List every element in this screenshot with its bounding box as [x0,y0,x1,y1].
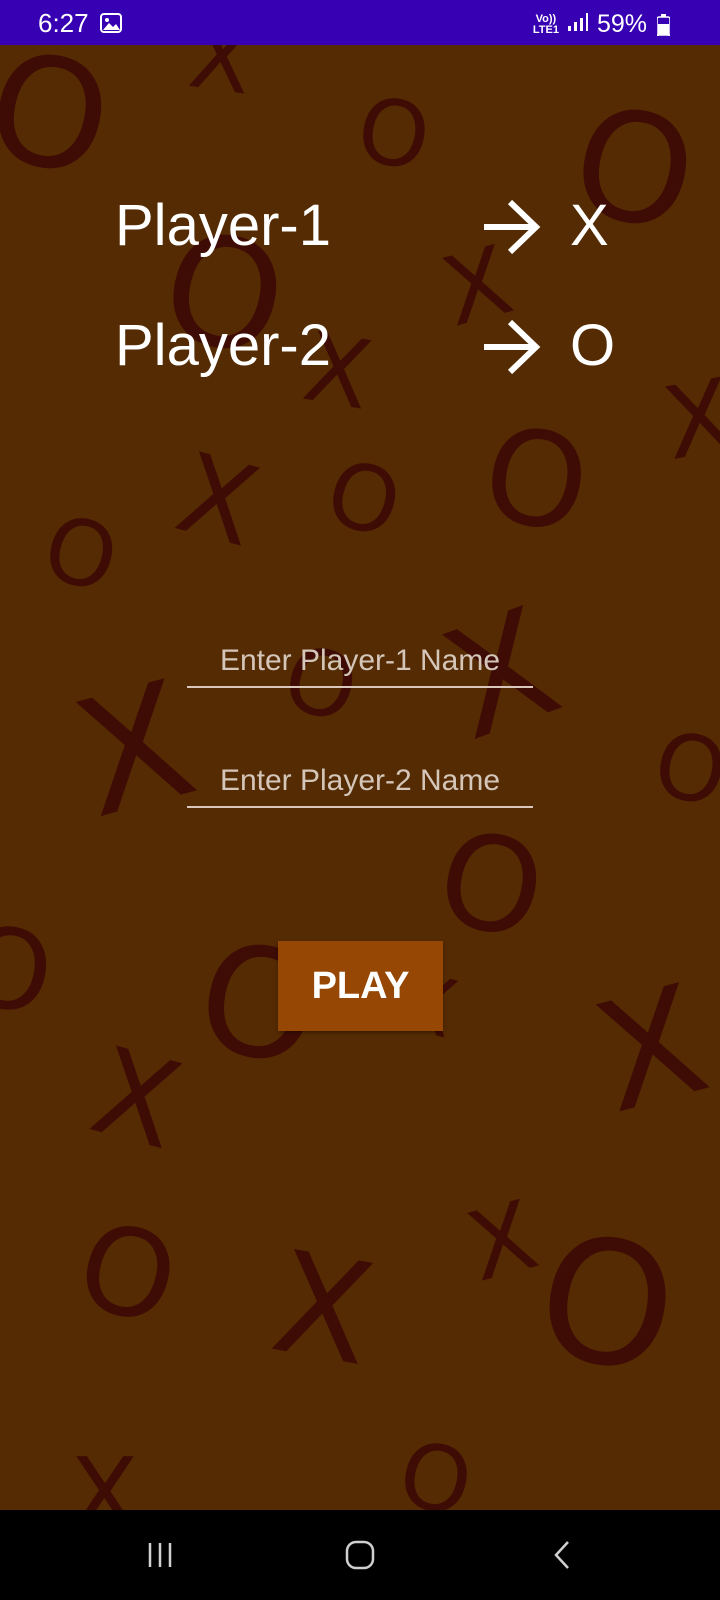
play-button[interactable]: PLAY [278,941,443,1031]
bg-x-mark: X [164,428,271,572]
network-top: Vo)) [535,12,557,25]
player1-mapping-row: Player-1 X [115,192,615,262]
status-bar: 6:27 Vo)) LTE1 59% [0,0,720,45]
signal-icon [567,12,589,37]
bg-x-mark: X [456,1180,549,1304]
bg-o-mark: O [349,76,438,193]
player1-name-input[interactable] [187,636,533,688]
network-indicator: Vo)) LTE1 [532,12,559,36]
bg-o-mark: O [32,494,129,615]
bg-x-mark: X [579,952,720,1148]
network-bottom: LTE1 [532,23,559,36]
bg-o-mark: O [472,396,600,564]
status-time: 6:27 [38,8,89,38]
home-icon[interactable] [300,1510,420,1600]
bg-x-mark: X [261,1220,385,1399]
bg-x-mark: X [655,355,720,484]
status-right: Vo)) LTE1 59% [532,10,671,39]
player2-mapping-row: Player-2 O [115,312,615,382]
bg-o-mark: O [425,800,558,970]
battery-icon [656,13,671,37]
player1-symbol: X [570,193,609,258]
battery-percent: 59% [596,10,647,38]
back-icon[interactable] [502,1510,622,1600]
bg-o-mark: O [644,710,720,829]
bg-x-mark: X [183,45,259,116]
recent-apps-icon[interactable] [100,1510,220,1600]
bg-o-mark: O [523,1195,690,1415]
arrow-right-icon [480,318,544,381]
bg-o-mark: O [389,1420,482,1510]
bg-o-mark: O [0,45,125,213]
bg-o-mark: O [315,439,412,560]
arrow-right-icon [480,198,544,261]
bg-o-mark: O [63,1195,191,1354]
player2-label: Player-2 [115,313,331,378]
player2-symbol: O [570,313,616,378]
bg-x-mark: X [70,1436,139,1511]
gallery-icon [100,13,122,38]
player2-name-input[interactable] [187,756,533,808]
bg-o-mark: O [0,899,63,1041]
bg-x-mark: X [78,1021,194,1178]
nav-bar [0,1510,720,1600]
player1-label: Player-1 [115,193,331,258]
